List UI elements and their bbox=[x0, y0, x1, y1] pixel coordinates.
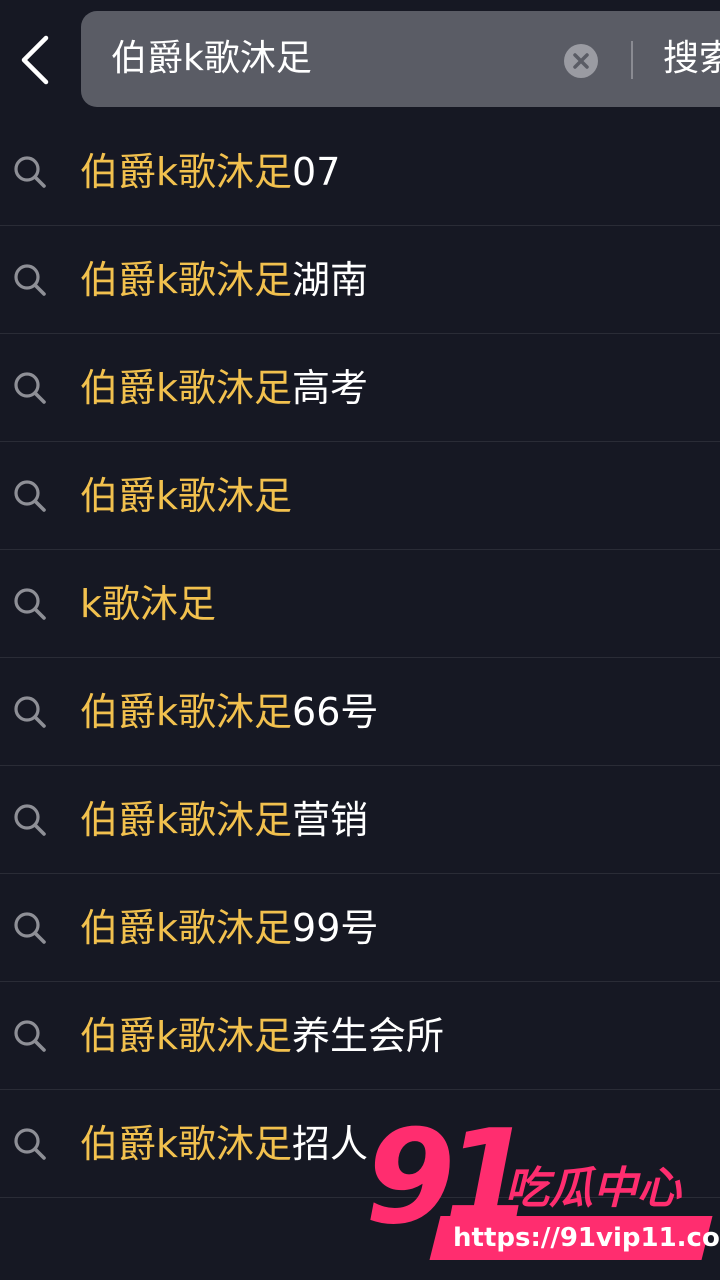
search-icon bbox=[14, 696, 46, 728]
suggestion-highlight: 伯爵k歌沐足 bbox=[80, 906, 293, 950]
suggestion-highlight: 伯爵k歌沐足 bbox=[80, 690, 293, 734]
suggestion-text: 伯爵k歌沐足 bbox=[80, 442, 292, 550]
suggestion-rest: 高考 bbox=[292, 366, 369, 410]
suggestion-text: 伯爵k歌沐足07 bbox=[80, 118, 340, 226]
search-icon bbox=[14, 1128, 46, 1160]
suggestion-highlight: 伯爵k歌沐足 bbox=[80, 366, 293, 410]
clear-search-button[interactable] bbox=[564, 44, 598, 78]
suggestion-row[interactable]: 伯爵k歌沐足湖南 bbox=[0, 226, 720, 334]
suggestion-text: 伯爵k歌沐足湖南 bbox=[80, 226, 368, 334]
search-icon bbox=[14, 480, 46, 512]
suggestion-highlight: 伯爵k歌沐足 bbox=[80, 258, 293, 302]
suggestion-rest: 养生会所 bbox=[292, 1014, 445, 1058]
suggestion-highlight: k歌沐足 bbox=[80, 582, 217, 626]
suggestion-row[interactable]: 伯爵k歌沐足营销 bbox=[0, 766, 720, 874]
suggestion-row[interactable]: k歌沐足 bbox=[0, 550, 720, 658]
chevron-left-icon bbox=[21, 35, 49, 85]
search-input[interactable]: 伯爵k歌沐足 搜索 bbox=[81, 11, 720, 107]
suggestion-row[interactable]: 伯爵k歌沐足招人 bbox=[0, 1090, 720, 1198]
suggestion-text: 伯爵k歌沐足66号 bbox=[80, 658, 378, 766]
back-button[interactable] bbox=[0, 20, 70, 100]
search-icon bbox=[14, 156, 46, 188]
search-header: 伯爵k歌沐足 搜索 bbox=[0, 0, 720, 118]
suggestion-text: 伯爵k歌沐足养生会所 bbox=[80, 982, 444, 1090]
suggestion-highlight: 伯爵k歌沐足 bbox=[80, 798, 293, 842]
suggestion-list: 伯爵k歌沐足07 伯爵k歌沐足湖南 伯爵k歌沐足高考 伯爵k歌沐足 k歌沐足 伯爵k歌沐足… bbox=[0, 118, 720, 1198]
search-icon bbox=[14, 264, 46, 296]
watermark-url: https://91vip11.com bbox=[453, 1223, 720, 1253]
search-icon bbox=[14, 1020, 46, 1052]
suggestion-row[interactable]: 伯爵k歌沐足66号 bbox=[0, 658, 720, 766]
suggestion-rest: 66号 bbox=[292, 690, 379, 734]
suggestion-text: 伯爵k歌沐足营销 bbox=[80, 766, 368, 874]
suggestion-row[interactable]: 伯爵k歌沐足养生会所 bbox=[0, 982, 720, 1090]
watermark-url-background bbox=[429, 1216, 713, 1260]
suggestion-rest: 招人 bbox=[292, 1122, 369, 1166]
suggestion-highlight: 伯爵k歌沐足 bbox=[80, 1014, 293, 1058]
suggestion-text: 伯爵k歌沐足高考 bbox=[80, 334, 368, 442]
suggestion-row[interactable]: 伯爵k歌沐足99号 bbox=[0, 874, 720, 982]
suggestion-rest: 07 bbox=[292, 150, 341, 194]
search-icon bbox=[14, 588, 46, 620]
suggestion-highlight: 伯爵k歌沐足 bbox=[80, 474, 293, 518]
suggestion-row[interactable]: 伯爵k歌沐足高考 bbox=[0, 334, 720, 442]
suggestion-highlight: 伯爵k歌沐足 bbox=[80, 1122, 293, 1166]
suggestion-row[interactable]: 伯爵k歌沐足 bbox=[0, 442, 720, 550]
search-input-value: 伯爵k歌沐足 bbox=[111, 38, 312, 79]
clear-circle-icon bbox=[564, 44, 598, 78]
suggestion-row[interactable]: 伯爵k歌沐足07 bbox=[0, 118, 720, 226]
suggestion-rest: 营销 bbox=[292, 798, 369, 842]
suggestion-rest: 99号 bbox=[292, 906, 379, 950]
search-icon bbox=[14, 372, 46, 404]
suggestion-text: 伯爵k歌沐足招人 bbox=[80, 1090, 368, 1198]
suggestion-text: k歌沐足 bbox=[80, 550, 216, 658]
search-icon bbox=[14, 912, 46, 944]
search-icon bbox=[14, 804, 46, 836]
suggestion-highlight: 伯爵k歌沐足 bbox=[80, 150, 293, 194]
suggestion-text: 伯爵k歌沐足99号 bbox=[80, 874, 378, 982]
search-suggestion-page: 伯爵k歌沐足 搜索 伯爵k歌沐足07 伯爵k歌沐足湖南 伯爵k歌沐足高考 伯爵k歌沐足… bbox=[0, 0, 720, 1280]
suggestion-rest: 湖南 bbox=[292, 258, 369, 302]
search-divider bbox=[631, 41, 633, 79]
search-button[interactable]: 搜索 bbox=[663, 11, 720, 107]
